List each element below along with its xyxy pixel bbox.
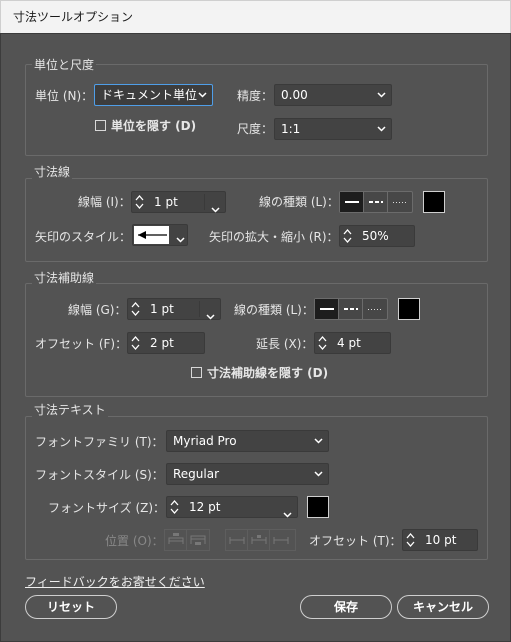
chevron-down-icon — [377, 85, 387, 105]
dim-line-width-field[interactable]: 1 pt — [131, 191, 226, 213]
precision-value: 0.00 — [281, 88, 308, 102]
font-family-label: フォントファミリ (T)： — [35, 435, 164, 449]
chevron-down-icon[interactable] — [211, 199, 220, 219]
position-group-1 — [164, 529, 210, 551]
solid-line-option[interactable] — [315, 299, 339, 319]
stepper-icon[interactable] — [131, 335, 140, 351]
text-offset-label: オフセット (T)： — [309, 534, 402, 548]
units-section-title: 単位と尺度 — [32, 58, 97, 72]
chevron-down-icon — [198, 85, 208, 105]
font-size-field[interactable]: 12 pt — [166, 496, 298, 518]
font-style-dropdown[interactable]: Regular — [166, 463, 329, 485]
window-title: 寸法ツールオプション — [13, 10, 134, 24]
font-size-value: 12 pt — [189, 500, 221, 514]
hide-extension-lines-checkbox[interactable] — [191, 367, 202, 378]
stepper-icon[interactable] — [343, 228, 352, 244]
ext-line-type-selector — [314, 298, 388, 320]
font-family-dropdown[interactable]: Myriad Pro — [166, 430, 329, 452]
chevron-down-icon — [176, 232, 185, 246]
hide-extension-lines-label: 寸法補助線を隠す (D) — [207, 366, 329, 380]
text-color-swatch[interactable] — [307, 496, 329, 518]
arrow-preview — [134, 226, 169, 244]
window-title-bar: 寸法ツールオプション — [0, 0, 511, 33]
dashed-line-option[interactable] — [364, 192, 388, 212]
unit-label: 単位 (N)： — [35, 89, 94, 103]
dimension-line-section — [25, 178, 488, 262]
extension-line-section-title: 寸法補助線 — [32, 271, 97, 285]
text-offset-field[interactable]: 10 pt — [402, 529, 478, 551]
ext-offset-label: オフセット (F)： — [35, 337, 128, 351]
chevron-down-icon[interactable] — [206, 306, 215, 326]
dialog-body: 単位と尺度 単位 (N)： ドキュメント単位 精度： 0.00 単位を隠す (D… — [0, 33, 511, 642]
dimension-line-section-title: 寸法線 — [32, 165, 73, 179]
ext-line-width-field[interactable]: 1 pt — [127, 298, 221, 320]
reset-button[interactable]: リセット — [25, 595, 117, 619]
position-group-2 — [225, 529, 296, 551]
position-right-icon[interactable] — [270, 530, 292, 550]
precision-dropdown[interactable]: 0.00 — [274, 84, 392, 106]
arrow-icon — [138, 231, 167, 239]
feedback-link[interactable]: フィードバックをお寄せください — [25, 573, 205, 590]
ext-offset-field[interactable]: 2 pt — [127, 332, 205, 354]
position-above-icon[interactable] — [165, 530, 187, 550]
dotted-line-option[interactable] — [388, 192, 412, 212]
dim-line-color-swatch[interactable] — [423, 191, 445, 213]
ext-line-type-label: 線の種類 (L)： — [234, 303, 314, 317]
dotted-line-option[interactable] — [363, 299, 387, 319]
position-below-icon[interactable] — [187, 530, 209, 550]
arrow-scale-field[interactable]: 50% — [339, 225, 415, 247]
arrow-scale-value: 50% — [362, 229, 389, 243]
arrow-scale-label: 矢印の拡大・縮小 (R)： — [209, 230, 339, 244]
ext-extension-field[interactable]: 4 pt — [314, 332, 391, 354]
stepper-icon[interactable] — [318, 335, 327, 351]
stepper-icon[interactable] — [131, 301, 140, 317]
arrow-style-dropdown[interactable] — [132, 224, 188, 246]
font-style-value: Regular — [173, 467, 220, 481]
ext-extension-label: 延長 (X)： — [256, 337, 314, 351]
dimension-text-section-title: 寸法テキスト — [32, 403, 108, 417]
text-offset-value: 10 pt — [425, 533, 457, 547]
stepper-icon[interactable] — [406, 532, 415, 548]
position-label: 位置 (O)： — [105, 534, 164, 548]
chevron-down-icon — [314, 431, 324, 451]
position-center-icon[interactable] — [248, 530, 270, 550]
cancel-button[interactable]: キャンセル — [397, 595, 489, 619]
stepper-icon[interactable] — [170, 499, 179, 515]
stepper-icon[interactable] — [135, 194, 144, 210]
scale-dropdown[interactable]: 1:1 — [274, 118, 392, 140]
dim-line-width-label: 線幅 (I)： — [78, 195, 131, 209]
solid-line-option[interactable] — [340, 192, 364, 212]
chevron-down-icon — [377, 119, 387, 139]
save-button[interactable]: 保存 — [300, 595, 392, 619]
scale-label: 尺度： — [237, 122, 274, 136]
unit-value: ドキュメント単位 — [101, 88, 198, 102]
dim-line-type-label: 線の種類 (L)： — [259, 195, 339, 209]
ext-extension-value: 4 pt — [337, 336, 361, 350]
scale-value: 1:1 — [281, 122, 301, 136]
dashed-line-option[interactable] — [339, 299, 363, 319]
unit-dropdown[interactable]: ドキュメント単位 — [94, 84, 213, 106]
dim-line-width-value: 1 pt — [154, 195, 178, 209]
arrow-style-label: 矢印のスタイル： — [35, 230, 132, 244]
font-family-value: Myriad Pro — [173, 434, 237, 448]
ext-line-width-label: 線幅 (G)： — [68, 303, 127, 317]
hide-units-checkbox[interactable] — [95, 120, 106, 131]
font-style-label: フォントスタイル (S)： — [35, 468, 164, 482]
font-size-label: フォントサイズ (Z)： — [48, 501, 166, 515]
precision-label: 精度： — [237, 89, 274, 103]
chevron-down-icon — [314, 464, 324, 484]
ext-line-color-swatch[interactable] — [398, 298, 420, 320]
position-left-icon[interactable] — [226, 530, 248, 550]
ext-line-width-value: 1 pt — [150, 302, 174, 316]
ext-offset-value: 2 pt — [150, 336, 174, 350]
chevron-down-icon[interactable] — [283, 504, 292, 524]
dim-line-type-selector — [339, 191, 413, 213]
hide-units-label: 単位を隠す (D) — [111, 119, 197, 133]
units-section — [25, 64, 488, 156]
